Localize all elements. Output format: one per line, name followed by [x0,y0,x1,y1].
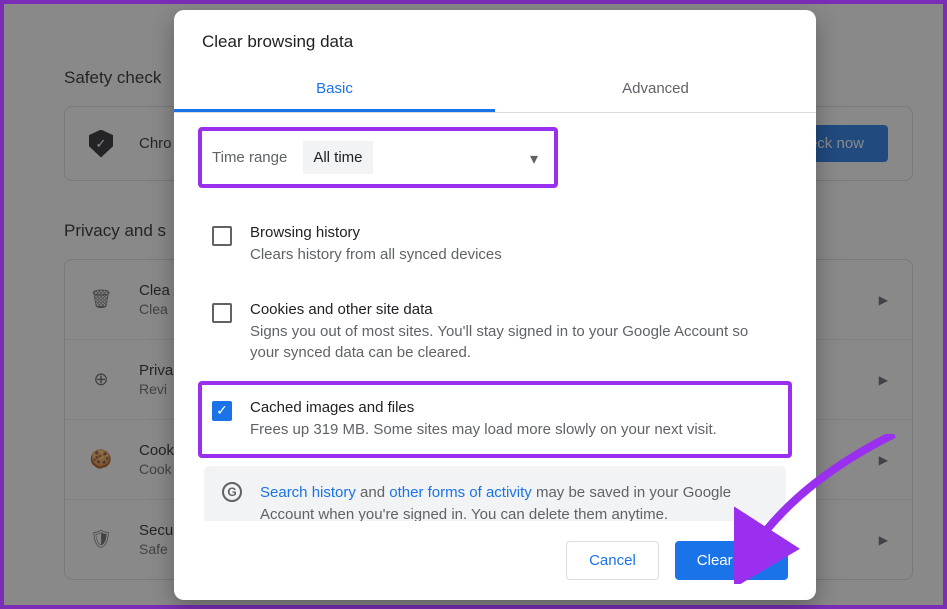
google-logo-icon: G [222,482,242,502]
option-cached-images: Cached images and files Frees up 319 MB.… [198,381,792,458]
option-cookies: Cookies and other site data Signs you ou… [198,283,792,381]
clear-browsing-data-dialog: Clear browsing data Basic Advanced Time … [174,10,816,600]
option-title: Browsing history [250,224,778,241]
dialog-footer: Cancel Clear data [174,521,816,600]
checkbox-cached-images[interactable] [212,401,232,421]
tab-basic[interactable]: Basic [174,68,495,112]
dialog-body: Time range All time Browsing history Cle… [174,113,816,521]
checkbox-browsing-history[interactable] [212,226,232,246]
search-history-link[interactable]: Search history [260,484,356,501]
clear-data-button[interactable]: Clear data [675,541,788,580]
option-description: Clears history from all synced devices [250,245,778,265]
dialog-tabs: Basic Advanced [174,68,816,113]
cancel-button[interactable]: Cancel [566,541,659,580]
option-browsing-history: Browsing history Clears history from all… [198,206,792,283]
time-range-group: Time range All time [198,127,558,188]
tab-advanced[interactable]: Advanced [495,68,816,112]
option-description: Frees up 319 MB. Some sites may load mor… [250,420,778,440]
banner-text: Search history and other forms of activi… [260,482,768,521]
time-range-select-wrap: All time [303,141,548,174]
dialog-title: Clear browsing data [174,10,816,68]
other-activity-link[interactable]: other forms of activity [389,484,532,501]
google-account-banner: G Search history and other forms of acti… [204,466,786,521]
option-title: Cookies and other site data [250,301,778,318]
time-range-select[interactable]: All time [303,141,373,174]
option-title: Cached images and files [250,399,778,416]
time-range-label: Time range [212,149,287,166]
checkbox-cookies[interactable] [212,303,232,323]
option-description: Signs you out of most sites. You'll stay… [250,322,778,363]
